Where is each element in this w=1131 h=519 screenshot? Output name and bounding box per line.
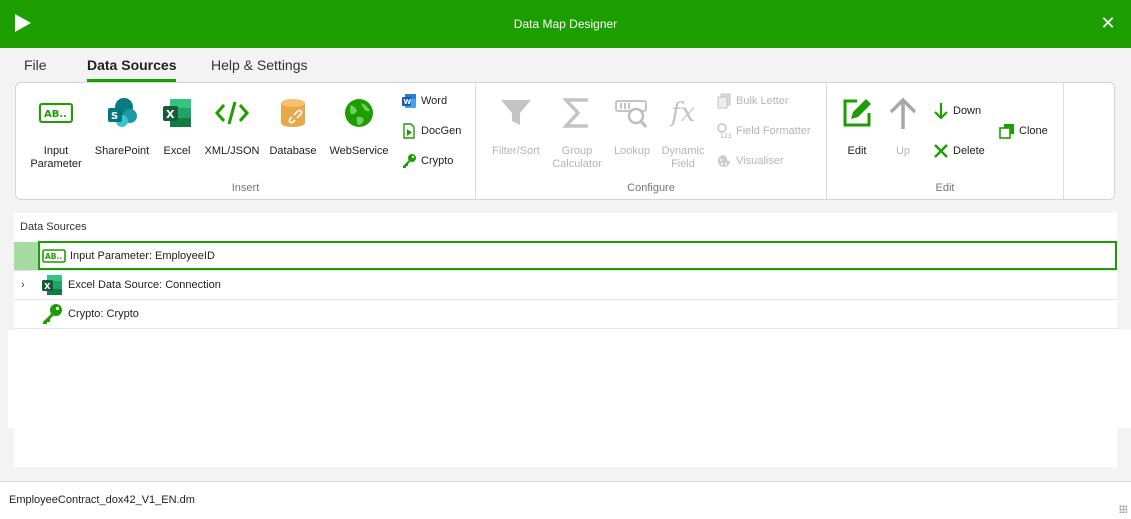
docgen-button[interactable]: DocGen bbox=[401, 121, 461, 141]
database-label: Database bbox=[269, 145, 317, 157]
down-label: Down bbox=[953, 105, 982, 117]
group-edit: Edit Up Down Delete Clone Edit bbox=[827, 83, 1064, 199]
tab-help-settings[interactable]: Help & Settings bbox=[211, 57, 308, 73]
input-parameter-icon: AB.. bbox=[42, 245, 66, 267]
row-label: Crypto: Crypto bbox=[68, 308, 139, 320]
word-button[interactable]: W Word bbox=[401, 91, 447, 111]
down-button[interactable]: Down bbox=[933, 101, 981, 121]
close-window-button[interactable]: ✕ bbox=[1097, 12, 1119, 34]
filter-sort-label: Filter/Sort bbox=[492, 145, 540, 157]
svg-text:AB..: AB.. bbox=[44, 109, 67, 120]
code-icon bbox=[212, 93, 252, 133]
up-button[interactable]: Up bbox=[871, 89, 935, 158]
crypto-label: Crypto bbox=[421, 155, 454, 167]
data-sources-panel: Data Sources AB.. Input Parameter: Emplo… bbox=[14, 213, 1117, 467]
visualiser-label: Visualiser bbox=[736, 155, 784, 167]
expand-chevron-icon[interactable]: › bbox=[21, 279, 31, 291]
dynamic-field-button[interactable]: fx Dynamic Field bbox=[651, 89, 715, 171]
tab-file[interactable]: File bbox=[24, 57, 47, 73]
crypto-button[interactable]: Crypto bbox=[401, 151, 453, 171]
bulk-letter-label: Bulk Letter bbox=[736, 95, 789, 107]
table-row[interactable]: Crypto: Crypto bbox=[14, 300, 1117, 329]
field-formatter-label: Field Formatter bbox=[736, 125, 811, 137]
docgen-label: DocGen bbox=[421, 125, 462, 137]
database-button[interactable]: Database bbox=[261, 89, 325, 158]
table-row[interactable]: › X Excel Data Source: Connection bbox=[14, 271, 1117, 300]
ribbon: AB.. Input Parameter S SharePoint X Exce… bbox=[15, 82, 1115, 200]
fx-icon: fx bbox=[670, 98, 696, 128]
ribbon-tabs: File Data Sources Help & Settings bbox=[0, 48, 1131, 82]
bulk-letter-button[interactable]: Bulk Letter bbox=[716, 91, 789, 111]
bulk-letter-icon bbox=[716, 93, 732, 109]
row-cell[interactable]: X Excel Data Source: Connection bbox=[38, 271, 1117, 299]
status-bar: EmployeeContract_dox42_V1_EN.dm bbox=[0, 481, 1131, 519]
field-formatter-button[interactable]: 123 Field Formatter bbox=[716, 121, 811, 141]
xml-json-label: XML/JSON bbox=[204, 145, 260, 157]
sigma-icon bbox=[557, 93, 597, 133]
key-icon bbox=[40, 303, 64, 325]
group-insert: AB.. Input Parameter S SharePoint X Exce… bbox=[16, 83, 476, 199]
input-parameter-button[interactable]: AB.. Input Parameter bbox=[24, 89, 88, 171]
input-parameter-icon: AB.. bbox=[36, 93, 76, 133]
database-icon bbox=[273, 93, 313, 133]
word-icon: W bbox=[401, 93, 417, 109]
row-label: Input Parameter: EmployeeID bbox=[70, 249, 215, 262]
svg-text:X: X bbox=[44, 282, 51, 291]
visualiser-icon bbox=[716, 153, 732, 169]
clone-button[interactable]: Clone bbox=[999, 121, 1048, 141]
row-gutter bbox=[14, 242, 38, 270]
svg-text:S: S bbox=[111, 111, 118, 122]
up-label: Up bbox=[895, 145, 911, 157]
delete-button[interactable]: Delete bbox=[933, 141, 985, 161]
delete-icon bbox=[933, 143, 949, 159]
row-cell[interactable]: Crypto: Crypto bbox=[38, 300, 1117, 328]
globe-icon bbox=[339, 93, 379, 133]
key-icon bbox=[401, 153, 417, 169]
panel-title: Data Sources bbox=[20, 221, 87, 233]
tab-data-sources[interactable]: Data Sources bbox=[87, 57, 177, 82]
resize-grip-icon[interactable] bbox=[1119, 505, 1127, 513]
webservice-button[interactable]: WebService bbox=[327, 89, 391, 158]
lookup-icon bbox=[612, 93, 652, 133]
row-cell[interactable]: AB.. Input Parameter: EmployeeID bbox=[38, 241, 1117, 270]
table-row[interactable]: AB.. Input Parameter: EmployeeID bbox=[14, 241, 1117, 271]
field-formatter-icon: 123 bbox=[716, 123, 732, 139]
delete-label: Delete bbox=[953, 145, 985, 157]
filter-sort-button[interactable]: Filter/Sort bbox=[484, 89, 548, 158]
sharepoint-icon: S bbox=[102, 93, 142, 133]
excel-icon: X bbox=[157, 93, 197, 133]
group-configure-label: Configure bbox=[627, 182, 675, 194]
arrow-down-icon bbox=[933, 103, 949, 120]
group-configure: Filter/Sort Group Calculator Lookup fx D… bbox=[476, 83, 827, 199]
visualiser-button[interactable]: Visualiser bbox=[716, 151, 784, 171]
word-label: Word bbox=[421, 95, 448, 107]
row-label: Excel Data Source: Connection bbox=[68, 279, 221, 291]
title-bar: Data Map Designer ✕ bbox=[0, 0, 1131, 48]
window-title: Data Map Designer bbox=[513, 17, 618, 31]
svg-text:123: 123 bbox=[720, 133, 732, 139]
group-insert-label: Insert bbox=[231, 182, 260, 194]
svg-text:X: X bbox=[166, 108, 175, 121]
status-filename: EmployeeContract_dox42_V1_EN.dm bbox=[9, 494, 195, 506]
svg-text:AB..: AB.. bbox=[45, 252, 62, 261]
webservice-label: WebService bbox=[329, 145, 389, 157]
filter-icon bbox=[496, 93, 536, 133]
xml-json-button[interactable]: XML/JSON bbox=[200, 89, 264, 158]
clone-icon bbox=[999, 123, 1015, 139]
svg-text:W: W bbox=[404, 98, 412, 106]
dynamic-field-label: Dynamic Field bbox=[661, 145, 705, 170]
arrow-up-icon bbox=[883, 93, 923, 133]
clone-label: Clone bbox=[1019, 125, 1048, 137]
docgen-icon bbox=[401, 123, 417, 139]
group-edit-label: Edit bbox=[935, 182, 955, 194]
excel-icon: X bbox=[40, 274, 64, 296]
row-gutter bbox=[14, 300, 38, 328]
input-parameter-label: Input Parameter bbox=[30, 145, 82, 170]
